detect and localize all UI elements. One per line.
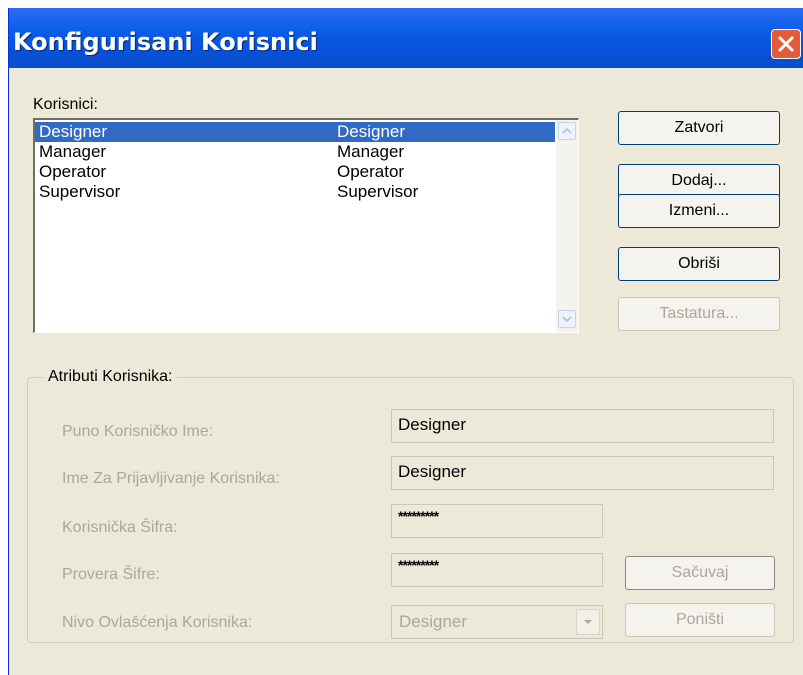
user-name-cell: Designer (39, 122, 108, 141)
user-name-cell: Supervisor (39, 182, 121, 201)
scroll-down-button[interactable] (558, 310, 576, 328)
user-name-cell: Operator (39, 162, 107, 181)
full-name-field[interactable]: Designer (391, 409, 774, 443)
close-button[interactable]: Zatvori (618, 111, 780, 145)
delete-user-button[interactable]: Obriši (618, 247, 780, 281)
users-list-label: Korisnici: (33, 96, 98, 113)
user-level-cell: Operator (337, 162, 405, 181)
scroll-down-icon (562, 316, 572, 323)
user-level-select[interactable]: Designer (391, 605, 603, 639)
user-list-row[interactable]: Manager Manager (35, 142, 555, 162)
window-title: Konfigurisani Korisnici (13, 28, 318, 56)
login-name-field[interactable]: Designer (391, 456, 774, 490)
keyboard-button[interactable]: Tastatura... (618, 297, 780, 331)
user-attributes-legend: Atributi Korisnika: (44, 368, 177, 386)
close-icon (778, 36, 794, 52)
title-bar[interactable]: Konfigurisani Korisnici (9, 8, 803, 68)
password-label: Korisnička Šifra: (62, 519, 178, 536)
user-level-cell: Designer (337, 122, 406, 141)
login-name-label: Ime Za Prijavljivanje Korisnika: (62, 470, 280, 487)
dropdown-arrow-icon (584, 620, 592, 624)
confirm-password-label: Provera Šifre: (62, 566, 160, 583)
add-user-button[interactable]: Dodaj... (618, 164, 780, 198)
close-window-button[interactable] (771, 29, 801, 59)
scroll-up-button[interactable] (558, 122, 576, 140)
cancel-button[interactable]: Poništi (625, 603, 775, 637)
user-name-cell: Manager (39, 142, 107, 161)
edit-user-button[interactable]: Izmeni... (618, 194, 780, 228)
user-level-label: Nivo Ovlašćenja Korisnika: (62, 614, 253, 631)
dropdown-arrow-button[interactable] (576, 609, 600, 635)
user-level-cell: Supervisor (337, 182, 419, 201)
save-button[interactable]: Sačuvaj (625, 556, 775, 590)
user-list-row[interactable]: Designer Designer (35, 122, 555, 142)
user-list-row[interactable]: Operator Operator (35, 162, 555, 182)
confirm-password-field[interactable]: ********* (391, 553, 603, 587)
users-list-scrollbar[interactable] (556, 120, 578, 332)
user-list-row[interactable]: Supervisor Supervisor (35, 182, 555, 202)
user-level-value: Designer (399, 612, 468, 631)
users-list[interactable]: Designer Designer Manager Manager Operator Op… (33, 118, 579, 333)
user-level-cell: Manager (337, 142, 405, 161)
scroll-up-icon (562, 127, 572, 134)
full-name-label: Puno Korisničko Ime: (62, 423, 214, 440)
password-field[interactable]: ********* (391, 504, 603, 538)
